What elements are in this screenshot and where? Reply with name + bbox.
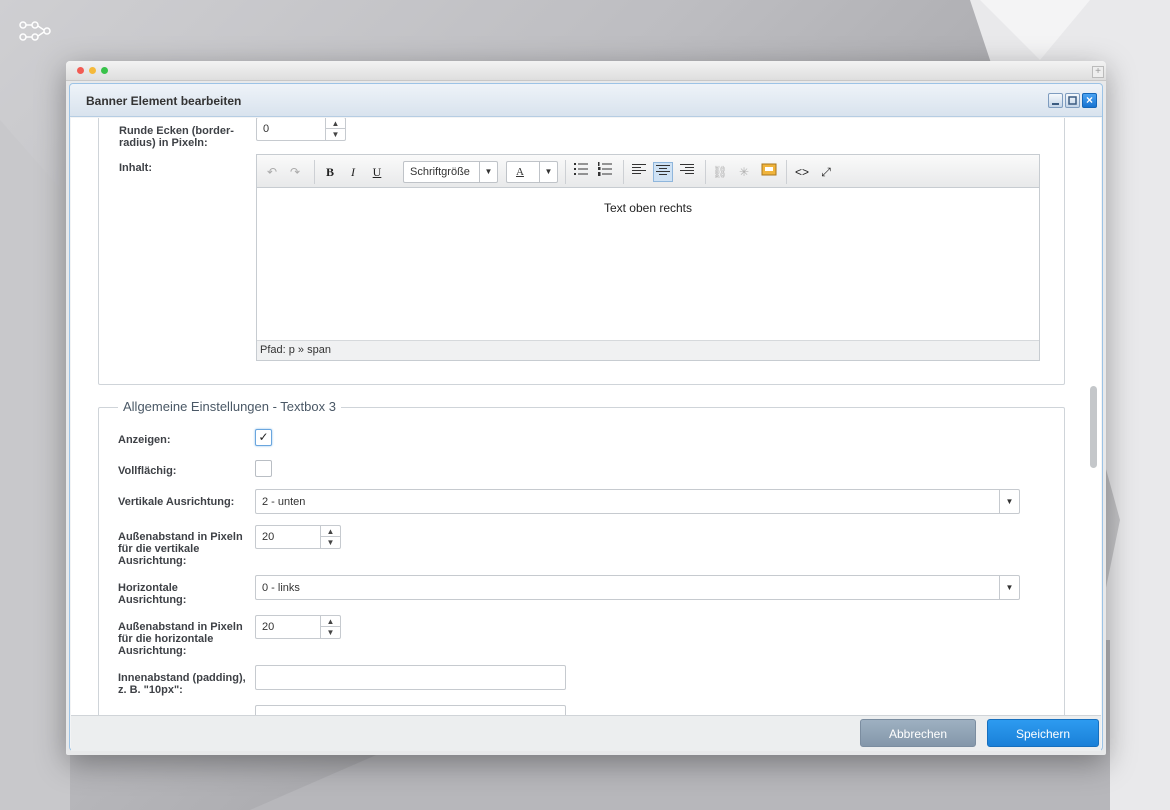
radius-label: Runde Ecken (border-radius) in Pixeln: bbox=[119, 125, 234, 149]
valign-label: Vertikale Ausrichtung: bbox=[118, 496, 235, 508]
valign-value: 2 - unten bbox=[262, 496, 306, 508]
stepper-down-icon[interactable]: ▼ bbox=[326, 129, 345, 140]
font-size-label: Schriftgröße bbox=[410, 166, 470, 178]
undo-icon[interactable]: ↶ bbox=[262, 162, 282, 182]
numbered-list-icon[interactable] bbox=[595, 162, 615, 182]
stepper-down-icon[interactable]: ▼ bbox=[321, 627, 340, 638]
show-label: Anzeigen: bbox=[118, 434, 171, 446]
stepper-up-icon[interactable]: ▲ bbox=[321, 616, 340, 627]
window-titlebar: + bbox=[66, 61, 1106, 81]
rich-text-editor: ↶ ↷ B I U Schriftgröße ▼ A ▼ ⛓ ✳ <> ⤢ Te… bbox=[256, 154, 1040, 361]
minimize-window-icon[interactable] bbox=[89, 67, 96, 74]
save-button[interactable]: Speichern bbox=[987, 719, 1099, 747]
close-icon[interactable]: × bbox=[1082, 93, 1097, 108]
dialog-header: Banner Element bearbeiten × bbox=[70, 84, 1102, 117]
align-left-icon[interactable] bbox=[629, 162, 649, 182]
stepper-up-icon[interactable]: ▲ bbox=[321, 526, 340, 537]
dialog-body: Runde Ecken (border-radius) in Pixeln: 0… bbox=[71, 118, 1101, 715]
scrollbar-thumb[interactable] bbox=[1090, 386, 1097, 468]
next-input-partial[interactable] bbox=[255, 705, 566, 715]
close-window-icon[interactable] bbox=[77, 67, 84, 74]
editor-path: Pfad: p » span bbox=[257, 340, 1039, 360]
unlink-icon[interactable]: ✳ bbox=[734, 162, 754, 182]
fullscreen-icon[interactable]: ⤢ bbox=[816, 162, 836, 182]
underline-icon[interactable]: U bbox=[367, 162, 387, 182]
chevron-down-icon[interactable]: ▼ bbox=[479, 162, 497, 182]
redo-icon[interactable]: ↷ bbox=[285, 162, 305, 182]
padding-input[interactable] bbox=[255, 665, 566, 690]
align-center-icon[interactable] bbox=[653, 162, 673, 182]
stepper-down-icon[interactable]: ▼ bbox=[321, 537, 340, 548]
align-right-icon[interactable] bbox=[677, 162, 697, 182]
bullet-list-icon[interactable] bbox=[571, 162, 591, 182]
code-icon[interactable]: <> bbox=[792, 162, 812, 182]
editor-content[interactable]: Text oben rechts bbox=[257, 201, 1039, 215]
text-color-icon: A bbox=[516, 166, 524, 178]
hmargin-stepper[interactable]: 20 ▲ ▼ bbox=[255, 615, 341, 639]
content-label: Inhalt: bbox=[119, 162, 152, 174]
cancel-button[interactable]: Abbrechen bbox=[860, 719, 976, 747]
text-color-select[interactable]: A ▼ bbox=[506, 161, 558, 183]
plus-icon[interactable]: + bbox=[1092, 66, 1104, 78]
fieldset-content: Runde Ecken (border-radius) in Pixeln: 0… bbox=[98, 118, 1065, 385]
insert-image-icon[interactable] bbox=[759, 162, 779, 182]
app-window: + Banner Element bearbeiten × Runde Ecke… bbox=[66, 61, 1106, 755]
padding-label: Innenabstand (padding), z. B. "10px": bbox=[118, 672, 246, 696]
vmargin-value: 20 bbox=[262, 531, 275, 543]
halign-select[interactable]: 0 - links ▼ bbox=[255, 575, 1020, 600]
bold-icon[interactable]: B bbox=[320, 162, 340, 182]
zoom-window-icon[interactable] bbox=[101, 67, 108, 74]
halign-label: Horizontale Ausrichtung: bbox=[118, 582, 187, 606]
link-icon[interactable]: ⛓ bbox=[710, 162, 730, 182]
halign-value: 0 - links bbox=[262, 582, 300, 594]
chevron-down-icon[interactable]: ▼ bbox=[539, 162, 557, 182]
full-label: Vollflächig: bbox=[118, 465, 177, 477]
full-checkbox[interactable] bbox=[255, 460, 272, 477]
dialog-title: Banner Element bearbeiten bbox=[86, 94, 242, 108]
vmargin-stepper[interactable]: 20 ▲ ▼ bbox=[255, 525, 341, 549]
stepper-up-icon[interactable]: ▲ bbox=[326, 118, 345, 129]
app-logo-icon bbox=[19, 21, 51, 41]
radius-value: 0 bbox=[263, 123, 270, 135]
edit-dialog: Banner Element bearbeiten × Runde Ecken … bbox=[69, 83, 1103, 751]
editor-toolbar: ↶ ↷ B I U Schriftgröße ▼ A ▼ ⛓ ✳ <> ⤢ bbox=[257, 155, 1039, 188]
minimize-icon[interactable] bbox=[1048, 93, 1063, 108]
hmargin-label: Außenabstand in Pixeln für die horizonta… bbox=[118, 621, 243, 657]
show-checkbox[interactable]: ✓ bbox=[255, 429, 272, 446]
font-size-select[interactable]: Schriftgröße ▼ bbox=[403, 161, 498, 183]
maximize-icon[interactable] bbox=[1065, 93, 1080, 108]
hmargin-value: 20 bbox=[262, 621, 275, 633]
chevron-down-icon[interactable]: ▼ bbox=[999, 576, 1019, 599]
valign-select[interactable]: 2 - unten ▼ bbox=[255, 489, 1020, 514]
chevron-down-icon[interactable]: ▼ bbox=[999, 490, 1019, 513]
dialog-footer: Abbrechen Speichern bbox=[71, 715, 1101, 751]
italic-icon[interactable]: I bbox=[343, 162, 363, 182]
vmargin-label: Außenabstand in Pixeln für die vertikale… bbox=[118, 531, 243, 567]
fieldset-legend: Allgemeine Einstellungen - Textbox 3 bbox=[118, 399, 341, 414]
radius-stepper[interactable]: 0 ▲ ▼ bbox=[256, 118, 346, 141]
